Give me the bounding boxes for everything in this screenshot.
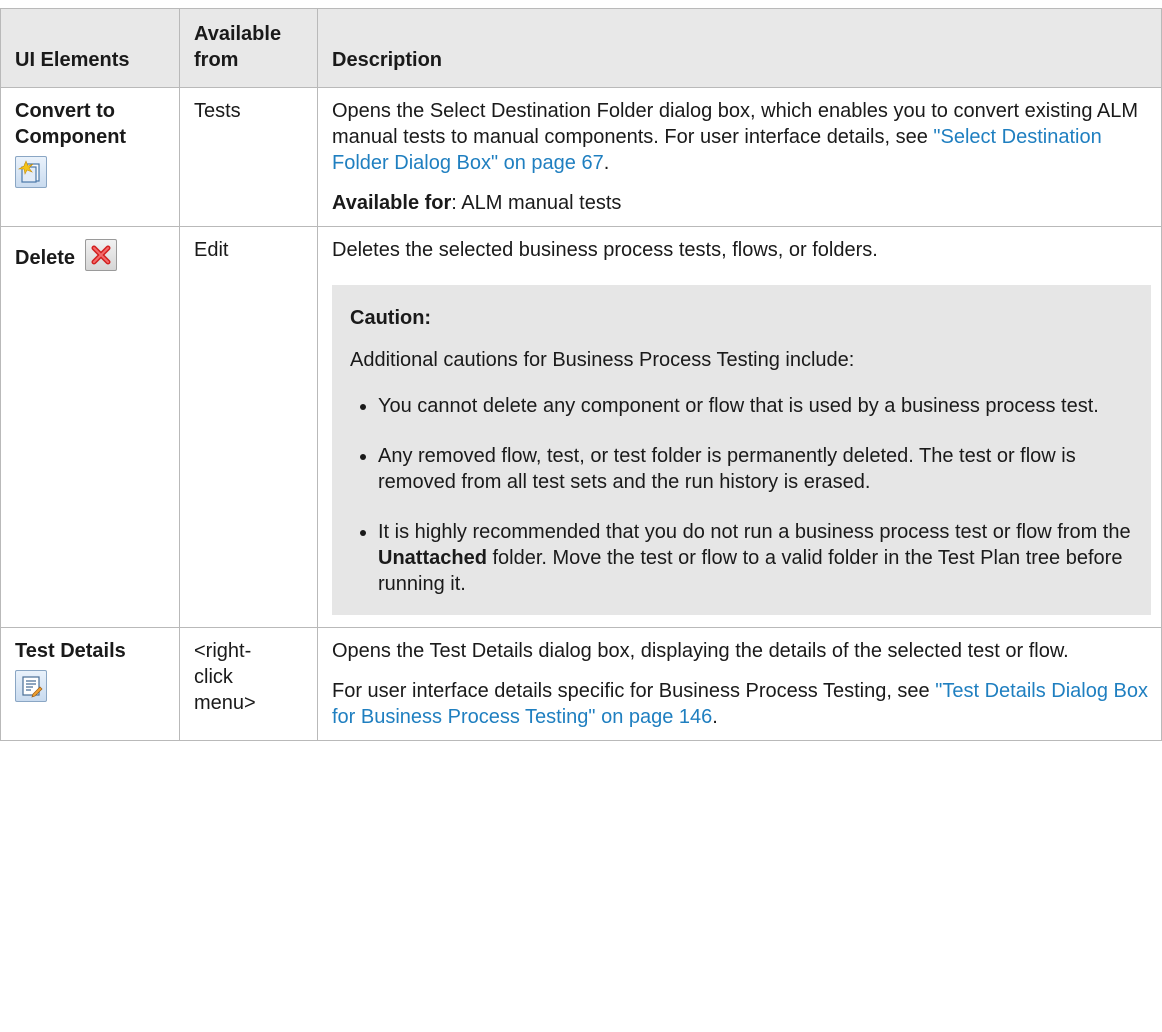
ui-elements-table: UI Elements Available from Description C…: [0, 8, 1162, 741]
header-available-from: Available from: [179, 8, 318, 88]
convert-to-component-icon[interactable]: [15, 156, 47, 188]
description-text: Opens the Select Destination Folder dial…: [332, 100, 1139, 174]
available-from-cell: Edit: [179, 226, 318, 628]
caution-title: Caution:: [350, 307, 432, 329]
test-details-icon[interactable]: [15, 670, 47, 702]
available-from-cell: <right-click menu>: [179, 627, 318, 741]
description-text-2: For user interface details specific for …: [332, 680, 1148, 728]
description-cell: Deletes the selected business process te…: [317, 226, 1162, 628]
element-name: Convert to Component: [15, 100, 127, 148]
table-row: Delete Edit Deletes the selected busines…: [0, 226, 1162, 628]
list-item: It is highly recommended that you do not…: [378, 519, 1133, 597]
header-ui-elements: UI Elements: [0, 8, 180, 88]
description-cell: Opens the Select Destination Folder dial…: [317, 87, 1162, 227]
caution-list: You cannot delete any component or flow …: [350, 393, 1133, 597]
table-row: Convert to Component Tests Opens the Sel…: [0, 87, 1162, 227]
table-header-row: UI Elements Available from Description: [0, 8, 1162, 88]
caution-intro: Additional cautions for Business Process…: [350, 349, 855, 371]
description-text: Deletes the selected business process te…: [332, 239, 878, 261]
ui-element-cell: Convert to Component: [0, 87, 180, 227]
element-name: Delete: [15, 247, 76, 269]
delete-icon[interactable]: [84, 239, 117, 271]
ui-element-cell: Delete: [0, 226, 180, 628]
description-text: Opens the Test Details dialog box, displ…: [332, 640, 1069, 662]
caution-box: Caution: Additional cautions for Busines…: [332, 285, 1151, 615]
element-name: Test Details: [15, 640, 126, 662]
list-item: Any removed flow, test, or test folder i…: [378, 443, 1133, 495]
available-for-note: Available for: ALM manual tests: [332, 192, 622, 214]
ui-element-cell: Test Details: [0, 627, 180, 741]
header-description: Description: [317, 8, 1162, 88]
description-cell: Opens the Test Details dialog box, displ…: [317, 627, 1162, 741]
list-item: You cannot delete any component or flow …: [378, 393, 1133, 419]
table-row: Test Details <right-click menu> Opens th…: [0, 627, 1162, 741]
available-from-cell: Tests: [179, 87, 318, 227]
